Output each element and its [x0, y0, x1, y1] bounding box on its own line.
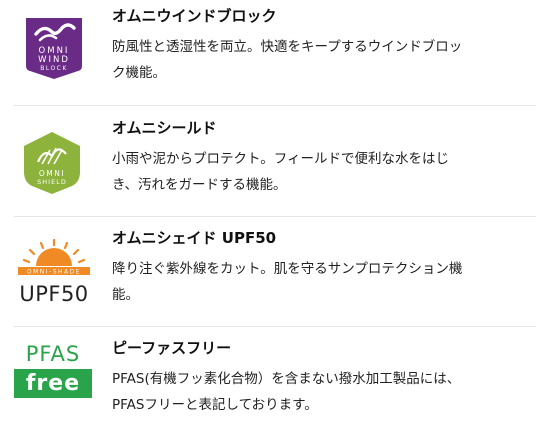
feature-text: オムニシェイド UPF50 降り注ぐ紫外線をカット。肌を守るサンプロテクション機… — [112, 228, 532, 308]
description-line: 能。 — [112, 287, 139, 303]
feature-description: 小雨や泥からプロテクト。フィールドで便利な水をはじ き、汚れをガードする機能。 — [112, 146, 532, 198]
description-line: 降り注ぐ紫外線をカット。肌を守るサンプロテクション機 — [112, 261, 463, 277]
feature-text: オムニシールド 小雨や泥からプロテクト。フィールドで便利な水をはじ き、汚れをガ… — [112, 118, 532, 198]
description-line: 小雨や泥からプロテクト。フィールドで便利な水をはじ — [112, 151, 449, 167]
badge-line: OMNI-SHADE — [27, 269, 81, 276]
omni-wind-block-icon: OMNI WIND BLOCK — [26, 18, 82, 79]
description-line: PFASフリーと表記しております。 — [112, 397, 318, 413]
pfas-free-icon: PFAS free — [14, 342, 92, 400]
feature-text: オムニウインドブロック 防風性と透湿性を両立。快適をキープするウインドブロッ ク… — [112, 6, 532, 86]
feature-row-shield: オムニシールド 小雨や泥からプロテクト。フィールドで便利な水をはじ き、汚れをガ… — [0, 106, 551, 216]
description-line: ク機能。 — [112, 65, 166, 81]
feature-text: ピーファスフリー PFAS(有機フッ素化合物）を含まない撥水加工製品には、 PF… — [112, 338, 532, 418]
description-line: PFAS(有機フッ素化合物）を含まない撥水加工製品には、 — [112, 371, 461, 387]
omni-shield-icon: OMNI SHIELD — [24, 132, 80, 194]
badge-line: BLOCK — [40, 65, 68, 72]
feature-title: オムニシェイド UPF50 — [112, 229, 277, 247]
sun-icon: OMNI-SHADE — [18, 238, 90, 276]
free-label: free — [14, 369, 92, 398]
feature-title: オムニシールド — [112, 119, 217, 137]
badge-line: SHIELD — [37, 178, 67, 186]
feature-title: ピーファスフリー — [112, 339, 232, 357]
feature-list: OMNI WIND BLOCK オムニウインドブロック 防風性と透湿性を両立。快… — [0, 0, 551, 428]
omni-shade-upf50-icon: OMNI-SHADE UPF50 — [14, 238, 94, 308]
badge-line: OMNI — [39, 169, 65, 178]
feature-title: オムニウインドブロック — [112, 7, 277, 25]
description-line: き、汚れをガードする機能。 — [112, 177, 287, 193]
pfas-label: PFAS — [25, 342, 81, 366]
upf50-label: UPF50 — [19, 282, 89, 306]
description-line: 防風性と透湿性を両立。快適をキープするウインドブロッ — [112, 39, 463, 55]
feature-row-wind-block: OMNI WIND BLOCK オムニウインドブロック 防風性と透湿性を両立。快… — [0, 0, 551, 106]
badge-line: WIND — [38, 55, 70, 65]
feature-description: 防風性と透湿性を両立。快適をキープするウインドブロッ ク機能。 — [112, 34, 532, 86]
feature-description: 降り注ぐ紫外線をカット。肌を守るサンプロテクション機 能。 — [112, 256, 532, 308]
feature-description: PFAS(有機フッ素化合物）を含まない撥水加工製品には、 PFASフリーと表記し… — [112, 366, 532, 418]
